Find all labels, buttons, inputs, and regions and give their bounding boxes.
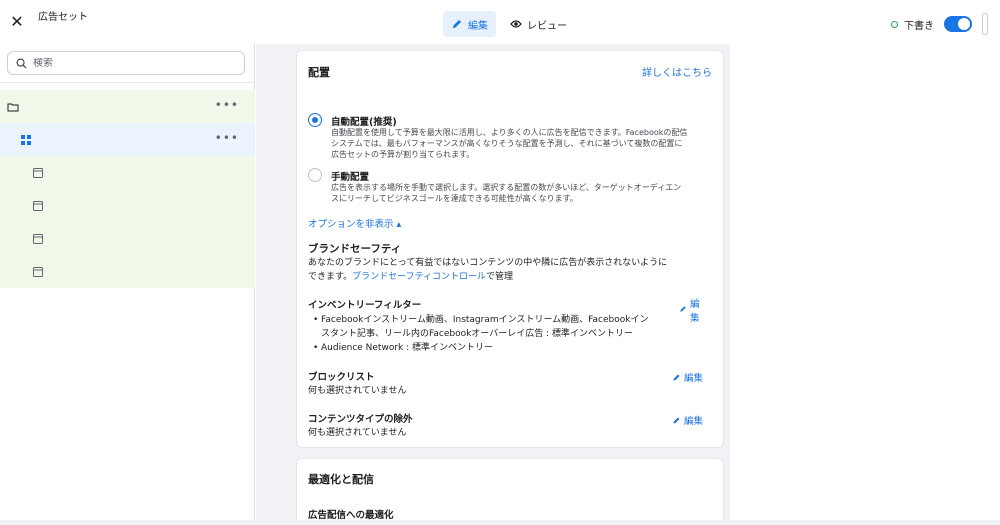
bottom-edge [0,520,1000,525]
auto-placement-desc: 自動配置を使用して予算を最大限に活用し、より多くの人に広告を配信できます。Fac… [331,128,688,159]
ad-icon [33,267,43,277]
tab-edit[interactable]: 編集 [443,11,496,37]
learn-more-link[interactable]: 詳しくはこちら [642,64,712,79]
ad-icon [33,168,43,178]
inventory-filter-list: Facebookインストリーム動画、Instagramインストリーム動画、Fac… [313,313,678,355]
sidebar: ••• ••• [0,44,255,525]
more-options-icon[interactable]: ••• [215,99,239,111]
ad-icon [33,201,43,211]
more-options-icon[interactable]: ••• [215,132,239,144]
content-exclusion-title: コンテンツタイプの除外 [308,414,413,425]
manual-placement-desc: 広告を表示する場所を手動で選択します。選択する配置の数が多いほど、ターゲットオー… [331,183,682,203]
brand-safety-controls-link[interactable]: ブランドセーフティコントロール [352,272,486,282]
publish-toggle[interactable] [944,16,972,32]
pencil-icon [680,306,686,312]
list-item: Audience Network : 標準インベントリー [313,341,678,355]
pencil-icon [673,374,680,380]
grid-icon [21,135,31,145]
ad-icon [33,234,43,244]
tree-item-ad[interactable] [0,255,255,288]
search-icon [16,58,27,69]
hide-options-link[interactable]: オプションを非表示 ▴ [308,216,401,230]
panel-edge[interactable] [982,13,988,35]
search-box[interactable] [7,51,245,75]
pencil-icon [453,20,461,28]
top-bar: ✕ 広告セット 編集 レビュー 下書き [0,0,1000,44]
mode-tabs: 編集 レビュー [443,11,575,37]
tree-item-ad[interactable] [0,156,255,189]
tree-item-campaign[interactable]: ••• [0,90,255,123]
placement-card: 配置 詳しくはこちら 自動配置(推奨) 自動配置を使用して予算を最大限に活用し、… [296,50,724,448]
inventory-filter-title: インベントリーフィルター [308,300,422,311]
tree-item-ad[interactable] [0,189,255,222]
optimization-title: 最適化と配信 [308,473,374,486]
optimization-card: 最適化と配信 広告配信への最適化 [296,458,724,525]
close-icon[interactable]: ✕ [9,14,25,30]
tree-item-ad[interactable] [0,222,255,255]
list-item: Facebookインストリーム動画、Instagramインストリーム動画、Fac… [313,313,678,341]
divider [0,82,255,83]
tree-item-adset[interactable]: ••• [0,123,255,156]
eye-icon [510,20,522,28]
tab-review-label: レビュー [527,20,567,32]
brand-safety-desc: あなたのブランドにとって有益ではないコンテンツの中や隣に広告が表示されないように… [308,258,668,282]
manual-placement-title: 手動配置 [331,172,370,183]
brand-safety-title: ブランドセーフティ [308,243,402,255]
draft-label: 下書き [904,20,934,32]
auto-placement-radio[interactable] [308,113,322,127]
folder-icon [7,103,19,112]
tab-edit-label: 編集 [468,20,488,32]
pencil-icon [673,417,680,423]
tab-review[interactable]: レビュー [502,11,575,37]
placement-title: 配置 [308,66,330,79]
optimization-subtitle: 広告配信への最適化 [308,510,394,521]
main-content[interactable]: 配置 詳しくはこちら 自動配置(推奨) 自動配置を使用して予算を最大限に活用し、… [256,44,730,525]
campaign-tree: ••• ••• [0,90,255,288]
blocklist-title: ブロックリスト [308,372,375,383]
right-panel [730,44,1000,525]
blocklist-value: 何も選択されていません [308,386,407,396]
status-dot-icon [891,20,898,28]
auto-placement-title: 自動配置(推奨) [331,117,397,128]
search-input[interactable] [33,57,233,69]
draft-status: 下書き [891,13,988,35]
window-title: 広告セット [38,12,88,23]
manual-placement-radio[interactable] [308,168,322,182]
content-exclusion-edit-button[interactable]: 編集 [672,413,703,427]
blocklist-edit-button[interactable]: 編集 [672,370,703,384]
content-exclusion-value: 何も選択されていません [308,428,407,438]
